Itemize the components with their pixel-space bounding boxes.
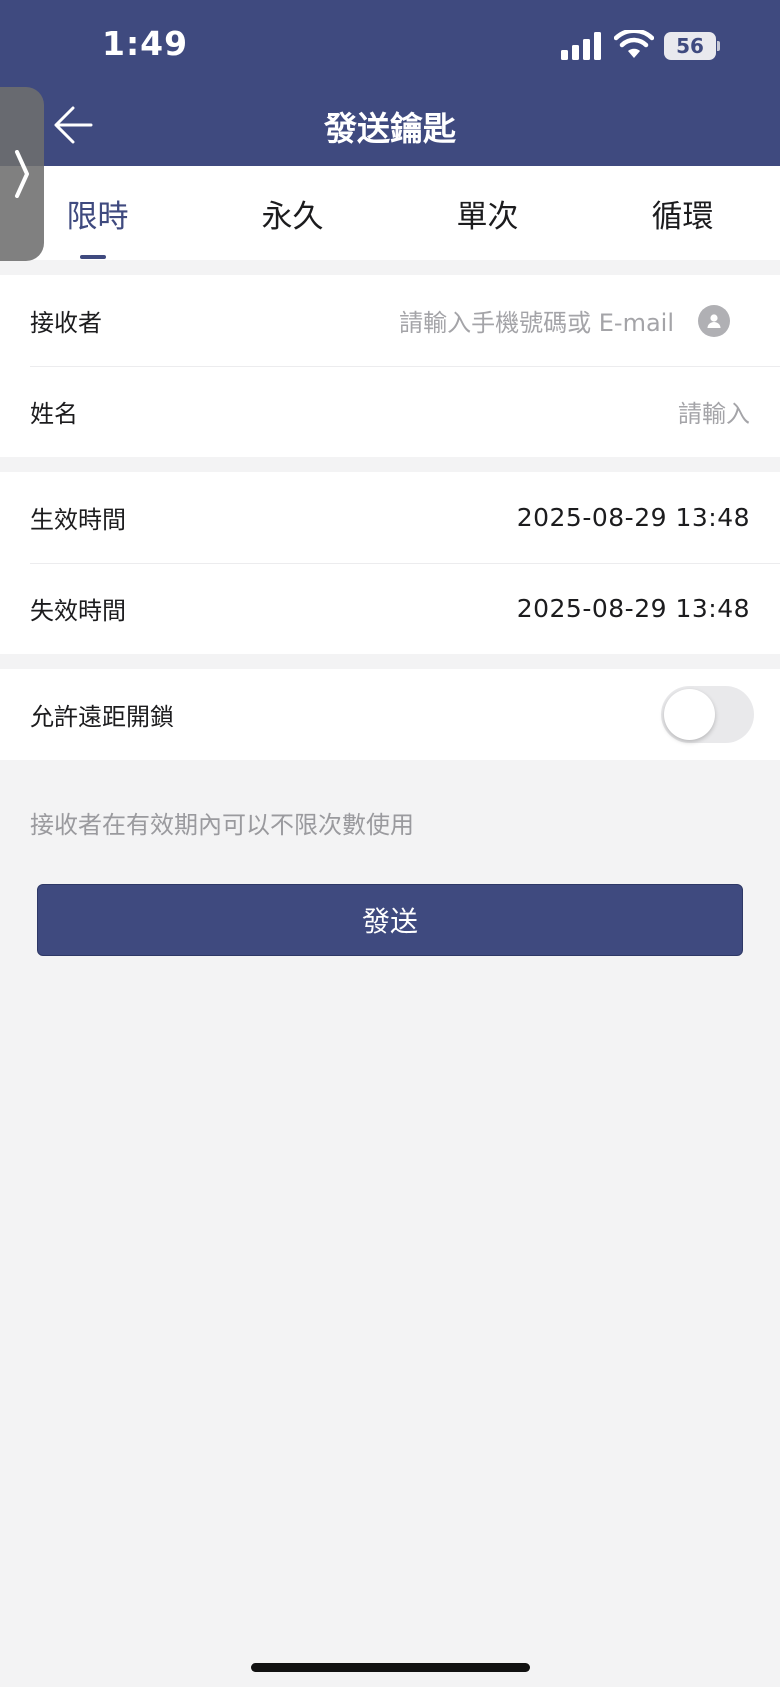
receiver-label: 接收者 xyxy=(30,309,102,337)
signal-icon xyxy=(561,32,601,60)
name-label: 姓名 xyxy=(30,400,78,428)
page-title: 發送鑰匙 xyxy=(324,109,456,148)
name-input[interactable]: 請輸入 xyxy=(678,394,750,429)
recipient-card: 接收者 請輸入手機號碼或 E-mail 姓名 請輸入 xyxy=(0,275,780,457)
end-time-row[interactable]: 失效時間 2025-08-29 13:48 xyxy=(0,563,780,654)
remote-unlock-row: 允許遠距開鎖 xyxy=(0,669,780,760)
end-time-value[interactable]: 2025-08-29 13:48 xyxy=(517,594,750,623)
active-tab-indicator xyxy=(80,255,106,259)
remote-unlock-card: 允許遠距開鎖 xyxy=(0,669,780,760)
remote-unlock-toggle[interactable] xyxy=(661,686,754,743)
status-time: 1:49 xyxy=(102,24,189,63)
chevron-right-icon xyxy=(15,150,29,198)
send-button[interactable]: 發送 xyxy=(37,884,743,956)
home-indicator xyxy=(251,1663,530,1672)
start-time-value[interactable]: 2025-08-29 13:48 xyxy=(517,503,750,532)
time-card: 生效時間 2025-08-29 13:48 失效時間 2025-08-29 13… xyxy=(0,472,780,654)
end-time-label: 失效時間 xyxy=(30,597,126,625)
side-panel-handle[interactable] xyxy=(0,87,44,261)
contact-book-icon[interactable] xyxy=(698,304,730,337)
tab-bar: 限時 永久 單次 循環 xyxy=(0,166,780,260)
header-bar: 1:49 56 發送鑰匙 xyxy=(0,0,780,166)
remote-unlock-label: 允許遠距開鎖 xyxy=(30,703,174,731)
receiver-input[interactable]: 請輸入手機號碼或 E-mail xyxy=(399,303,674,338)
tab-permanent[interactable]: 永久 xyxy=(195,166,390,260)
start-time-label: 生效時間 xyxy=(30,506,126,534)
receiver-row[interactable]: 接收者 請輸入手機號碼或 E-mail xyxy=(0,275,780,366)
toggle-knob xyxy=(664,689,715,740)
usage-hint: 接收者在有效期內可以不限次數使用 xyxy=(30,811,414,839)
battery-level: 56 xyxy=(664,32,716,60)
tab-single-use[interactable]: 單次 xyxy=(390,166,585,260)
tab-recurring[interactable]: 循環 xyxy=(585,166,780,260)
wifi-icon xyxy=(614,30,654,58)
start-time-row[interactable]: 生效時間 2025-08-29 13:48 xyxy=(0,472,780,563)
name-row[interactable]: 姓名 請輸入 xyxy=(0,366,780,457)
battery-icon: 56 xyxy=(664,32,720,60)
